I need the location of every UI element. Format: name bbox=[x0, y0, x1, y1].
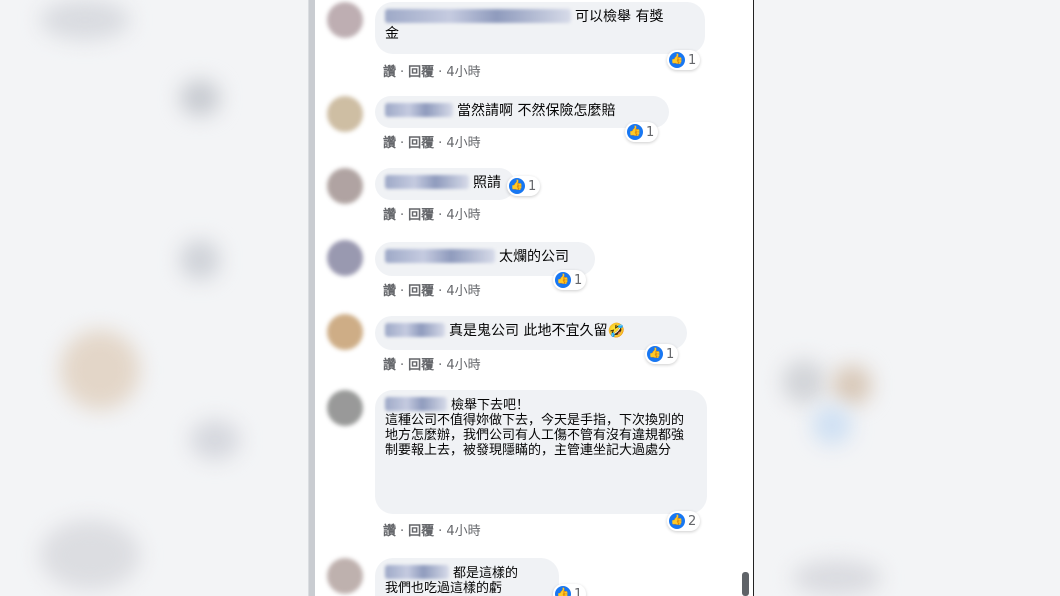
scrollbar[interactable] bbox=[742, 572, 749, 596]
timestamp[interactable]: 4小時 bbox=[446, 524, 480, 539]
comment-text: 真是鬼公司 此地不宜久留 bbox=[449, 323, 608, 339]
comment-bubble: 照請 bbox=[375, 168, 515, 200]
avatar[interactable] bbox=[327, 96, 363, 132]
reply-button[interactable]: 回覆 bbox=[408, 524, 434, 539]
reply-button[interactable]: 回覆 bbox=[408, 208, 434, 223]
blurred-background-left bbox=[0, 0, 308, 596]
like-button[interactable]: 讚 bbox=[383, 524, 396, 539]
reaction-count[interactable]: 👍 1 bbox=[553, 584, 587, 596]
comment-actions: 讚 · 回覆 · 4小時 bbox=[383, 208, 481, 223]
comment-text: 照請 bbox=[473, 175, 501, 191]
avatar[interactable] bbox=[327, 390, 363, 426]
reply-button[interactable]: 回覆 bbox=[408, 284, 434, 299]
laughing-emoji-icon: 🤣 bbox=[607, 323, 625, 339]
reaction-count[interactable]: 👍 1 bbox=[667, 50, 701, 70]
reply-button[interactable]: 回覆 bbox=[408, 358, 434, 373]
like-icon: 👍 bbox=[555, 586, 571, 596]
comment-bubble: 可以檢舉 有獎 金 bbox=[375, 2, 705, 54]
timestamp[interactable]: 4小時 bbox=[446, 65, 480, 80]
like-button[interactable]: 讚 bbox=[383, 65, 396, 80]
comment-bubble: 當然請啊 不然保險怎麼賠 bbox=[375, 96, 669, 128]
like-icon: 👍 bbox=[627, 124, 643, 140]
like-icon: 👍 bbox=[509, 178, 525, 194]
like-icon: 👍 bbox=[647, 346, 663, 362]
reply-button[interactable]: 回覆 bbox=[408, 136, 434, 151]
thread-rail bbox=[309, 0, 315, 596]
like-icon: 👍 bbox=[669, 513, 685, 529]
blurred-background-right bbox=[752, 0, 1060, 596]
comment-actions: 讚 · 回覆 · 4小時 bbox=[383, 65, 481, 80]
author-name[interactable] bbox=[385, 175, 469, 189]
avatar[interactable] bbox=[327, 558, 363, 594]
timestamp[interactable]: 4小時 bbox=[446, 136, 480, 151]
reply-button[interactable]: 回覆 bbox=[408, 65, 434, 80]
reaction-count[interactable]: 👍 1 bbox=[507, 176, 541, 196]
like-button[interactable]: 讚 bbox=[383, 208, 396, 223]
like-icon: 👍 bbox=[555, 272, 571, 288]
comment-text: 當然請啊 不然保險怎麼賠 bbox=[457, 103, 616, 119]
like-button[interactable]: 讚 bbox=[383, 358, 396, 373]
like-button[interactable]: 讚 bbox=[383, 136, 396, 151]
reaction-count[interactable]: 👍 1 bbox=[553, 270, 587, 290]
like-button[interactable]: 讚 bbox=[383, 284, 396, 299]
author-name[interactable] bbox=[385, 249, 495, 263]
comment-text: 太爛的公司 bbox=[499, 249, 569, 265]
author-name[interactable] bbox=[385, 323, 445, 337]
like-icon: 👍 bbox=[669, 52, 685, 68]
comment-actions: 讚 · 回覆 · 4小時 bbox=[383, 358, 481, 373]
reaction-count[interactable]: 👍 1 bbox=[645, 344, 679, 364]
comment-bubble: 檢舉下去吧！ 這種公司不值得妳做下去，今天是手指，下次換別的地方怎麼辦，我們公司… bbox=[375, 390, 707, 514]
avatar[interactable] bbox=[327, 168, 363, 204]
author-name[interactable] bbox=[385, 397, 447, 411]
avatar[interactable] bbox=[327, 240, 363, 276]
comment-actions: 讚 · 回覆 · 4小時 bbox=[383, 284, 481, 299]
comment-panel: 可以檢舉 有獎 金 👍 1 讚 · 回覆 · 4小時 當然請啊 不然保險怎麼賠 👍 1 … bbox=[308, 0, 754, 596]
avatar[interactable] bbox=[327, 314, 363, 350]
reaction-count[interactable]: 👍 2 bbox=[667, 511, 701, 531]
author-name[interactable] bbox=[385, 103, 453, 117]
timestamp[interactable]: 4小時 bbox=[446, 358, 480, 373]
author-name[interactable] bbox=[385, 565, 449, 579]
comment-actions: 讚 · 回覆 · 4小時 bbox=[383, 524, 481, 539]
comment-bubble: 都是這樣的 我們也吃過這樣的虧 bbox=[375, 558, 559, 596]
timestamp[interactable]: 4小時 bbox=[446, 208, 480, 223]
avatar[interactable] bbox=[327, 2, 363, 38]
author-name[interactable] bbox=[385, 9, 571, 23]
comment-bubble: 真是鬼公司 此地不宜久留🤣 bbox=[375, 316, 687, 350]
timestamp[interactable]: 4小時 bbox=[446, 284, 480, 299]
comment-actions: 讚 · 回覆 · 4小時 bbox=[383, 136, 481, 151]
reaction-count[interactable]: 👍 1 bbox=[625, 122, 659, 142]
